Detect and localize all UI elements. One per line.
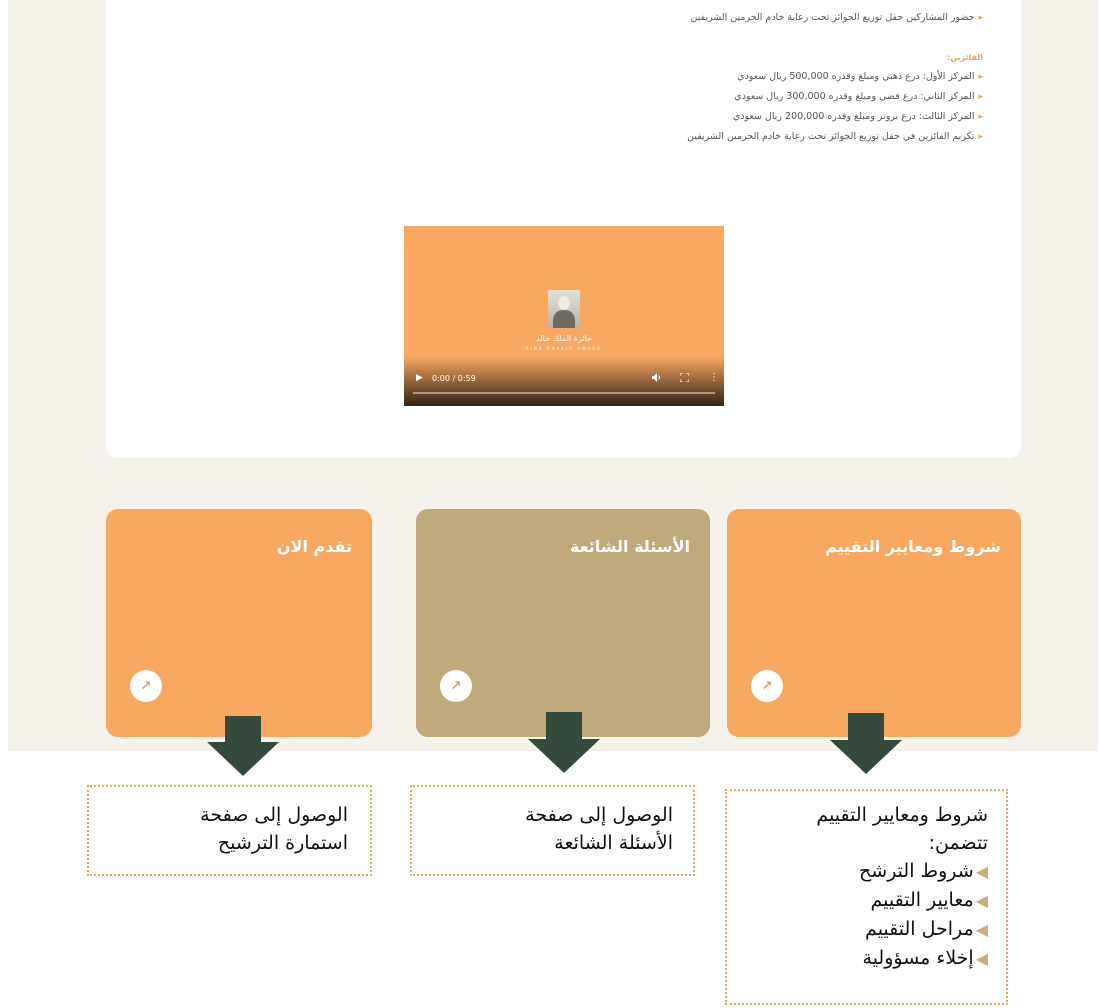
triangle-bullet-icon: ◀ [975, 949, 988, 968]
list-item: ▸المركز الأول: درع ذهبي ومبلغ وقدره 500,… [737, 71, 983, 82]
callout-line: الأسئلة الشائعة [554, 832, 673, 854]
card-title: تقدم الان [276, 537, 352, 556]
video-brand-title: جائزة الملك خالد [536, 334, 592, 343]
list-item: ▸المركز الثالث: درع برونز ومبلغ وقدره 20… [732, 111, 983, 122]
down-arrow-icon [528, 712, 600, 773]
bullet-icon: ▸ [978, 112, 983, 122]
bullet-icon: ▸ [978, 13, 983, 23]
down-arrow-icon [830, 713, 902, 774]
callout-item: ◀شروط الترشح [859, 860, 988, 882]
winners-heading: الفائزين: [947, 53, 983, 62]
callout-line: الوصول إلى صفحة [525, 804, 673, 826]
arrow-up-right-icon[interactable]: ↗ [751, 670, 783, 702]
criteria-callout: شروط ومعايير التقييم تتضمن: ◀شروط الترشح… [725, 789, 1008, 1005]
apply-callout: الوصول إلى صفحة استمارة الترشيح [87, 785, 372, 876]
list-item: ▸تكريم الفائزين في حفل توزيع الجوائز تحت… [687, 131, 983, 142]
down-arrow-icon [207, 716, 279, 776]
winners-list: ▸المركز الأول: درع ذهبي ومبلغ وقدره 500,… [687, 67, 983, 147]
fullscreen-icon[interactable] [679, 372, 690, 384]
list-item: ▸المركز الثاني: درع فضي ومبلغ وقدره 300,… [734, 91, 983, 102]
arrow-up-right-icon[interactable]: ↗ [130, 670, 162, 702]
callout-item: ◀مراحل التقييم [865, 918, 988, 940]
play-icon[interactable]: ▶ [416, 373, 423, 383]
video-brand-subtitle: KING KHALID AWARD [525, 346, 603, 351]
callout-item: ◀معايير التقييم [870, 889, 988, 911]
card-title: الأسئلة الشائعة [570, 537, 690, 556]
triangle-bullet-icon: ◀ [975, 891, 988, 910]
more-options-icon[interactable]: ⋮ [709, 372, 719, 383]
participants-list: ▸حضور المشاركين حفل توزيع الجوائز تحت رع… [691, 8, 984, 28]
faq-callout: الوصول إلى صفحة الأسئلة الشائعة [410, 785, 695, 876]
video-progress-bar[interactable] [413, 392, 715, 394]
triangle-bullet-icon: ◀ [975, 920, 988, 939]
callout-line: شروط ومعايير التقييم [816, 804, 988, 826]
criteria-card[interactable]: شروط ومعايير التقييم ↗ [727, 509, 1021, 737]
callout-line: تتضمن: [928, 832, 988, 854]
arrow-up-right-icon[interactable]: ↗ [440, 670, 472, 702]
faq-card[interactable]: الأسئلة الشائعة ↗ [416, 509, 710, 737]
video-player[interactable]: جائزة الملك خالد KING KHALID AWARD ▶ 0:0… [404, 226, 724, 406]
triangle-bullet-icon: ◀ [975, 862, 988, 881]
card-title: شروط ومعايير التقييم [825, 537, 1001, 556]
bullet-icon: ▸ [978, 132, 983, 142]
bullet-icon: ▸ [978, 92, 983, 102]
bullet-icon: ▸ [978, 72, 983, 82]
callout-line: الوصول إلى صفحة [200, 804, 348, 826]
callout-line: استمارة الترشيح [217, 832, 348, 854]
apply-card[interactable]: تقدم الان ↗ [106, 509, 372, 737]
volume-icon[interactable] [652, 373, 662, 384]
video-time: 0:00 / 0:59 [432, 374, 476, 383]
callout-item: ◀إخلاء مسؤولية [862, 947, 988, 969]
list-item: ▸حضور المشاركين حفل توزيع الجوائز تحت رع… [690, 12, 984, 23]
portrait-image [548, 290, 580, 328]
